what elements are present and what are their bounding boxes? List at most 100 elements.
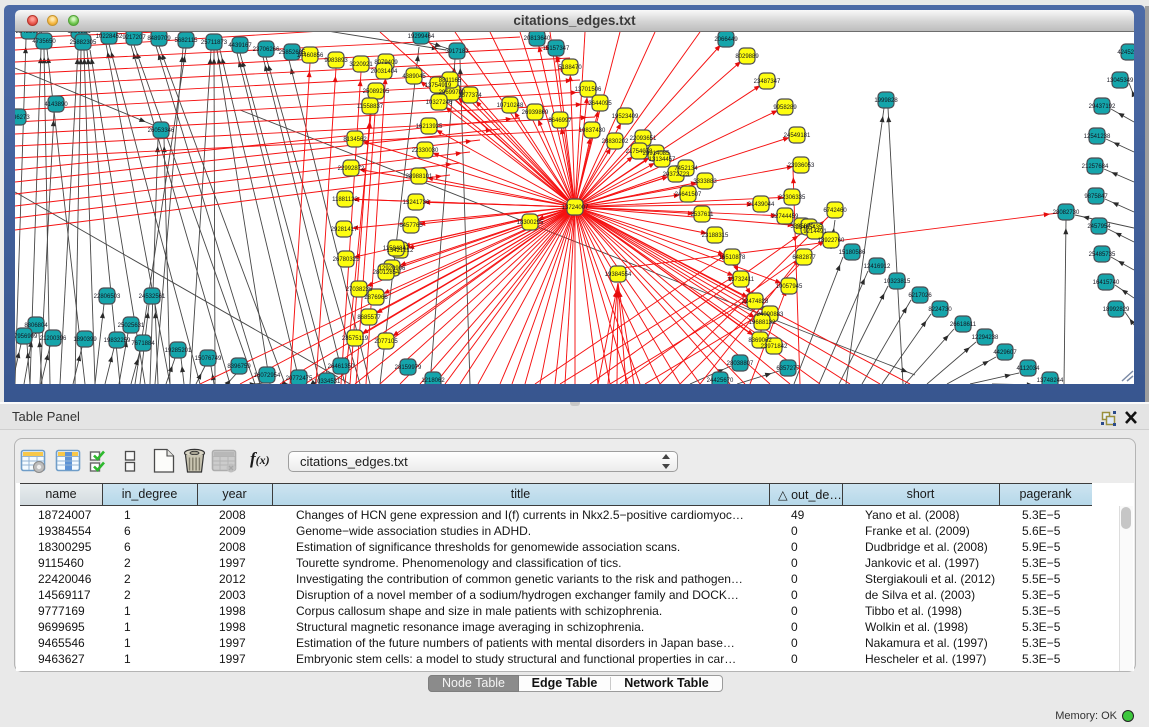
svg-text:22093651: 22093651 [630,136,657,142]
svg-text:28082730: 28082730 [1053,210,1080,216]
svg-text:20772475: 20772475 [286,376,313,382]
svg-text:13724007: 13724007 [562,205,589,211]
svg-text:21439044: 21439044 [748,202,775,208]
svg-text:13241736: 13241736 [403,200,430,206]
svg-text:2876966: 2876966 [364,295,388,301]
svg-text:22992872: 22992872 [338,166,365,172]
svg-text:13748244: 13748244 [1037,378,1064,384]
svg-text:2066449: 2066449 [714,37,738,43]
svg-text:24090883: 24090883 [757,312,784,318]
svg-text:22806503: 22806503 [94,294,121,300]
svg-text:3220921: 3220921 [349,62,373,68]
svg-text:10323815: 10323815 [884,279,911,285]
svg-text:6357277: 6357277 [776,366,800,372]
svg-text:3333883: 3333883 [693,179,717,185]
svg-text:25485735: 25485735 [1089,252,1116,258]
svg-text:23936053: 23936053 [788,163,815,169]
svg-text:19523409: 19523409 [612,114,639,120]
svg-text:16213925: 16213925 [416,124,443,130]
svg-text:1999828: 1999828 [874,98,898,104]
svg-text:26618611: 26618611 [950,322,977,328]
svg-text:5682115: 5682115 [175,38,199,44]
svg-text:16072954: 16072954 [254,373,281,379]
svg-text:1839221: 1839221 [67,32,91,35]
svg-text:8489709: 8489709 [147,36,171,42]
svg-text:23487347: 23487347 [754,79,781,85]
svg-text:29437192: 29437192 [1089,104,1116,110]
svg-text:19832259: 19832259 [104,338,131,344]
svg-text:8806804: 8806804 [24,323,48,329]
svg-text:8396759: 8396759 [227,364,251,370]
svg-text:9217207: 9217207 [122,35,146,41]
svg-text:13045349: 13045349 [1107,78,1134,84]
svg-text:15180586: 15180586 [839,250,866,256]
svg-text:4112034: 4112034 [1017,366,1041,372]
svg-text:4143890: 4143890 [44,102,68,108]
svg-text:8336273: 8336273 [15,115,30,121]
svg-text:16415740: 16415740 [1093,280,1120,286]
svg-text:24641507: 24641507 [675,192,702,198]
svg-text:22455603: 22455603 [16,32,43,35]
svg-text:25025631: 25025631 [118,323,145,329]
svg-text:21257684: 21257684 [1082,164,1109,170]
svg-text:18992829: 18992829 [1103,307,1130,313]
svg-text:6457765: 6457765 [399,223,423,229]
svg-text:28012854: 28012854 [373,270,400,276]
svg-text:11558837: 11558837 [357,104,384,110]
svg-text:13754919: 13754919 [425,83,452,89]
svg-text:4245263: 4245263 [1117,50,1134,56]
svg-text:5188470: 5188470 [558,65,582,71]
svg-text:8646997: 8646997 [548,118,572,124]
svg-text:8134562: 8134562 [343,137,367,143]
svg-text:10057945: 10057945 [776,284,803,290]
svg-text:9958289: 9958289 [773,105,797,111]
svg-text:20031404: 20031404 [371,69,398,75]
svg-text:20372723: 20372723 [663,172,690,178]
svg-text:10334531: 10334531 [314,379,341,384]
svg-text:28988101: 28988101 [406,174,433,180]
svg-text:16510878: 16510878 [719,255,746,261]
svg-text:19384554: 19384554 [605,272,632,278]
svg-text:26780325: 26780325 [333,257,360,263]
svg-text:7671884: 7671884 [131,341,155,347]
svg-text:19285201: 19285201 [165,348,192,354]
svg-text:6482877: 6482877 [792,255,816,261]
svg-text:22744459: 22744459 [772,214,799,220]
svg-text:23706266: 23706266 [253,47,280,53]
svg-text:8685577: 8685577 [357,315,381,321]
svg-text:4429607: 4429607 [993,350,1017,356]
svg-text:4389045: 4389045 [402,74,426,80]
svg-text:26053346: 26053346 [148,128,175,134]
svg-text:14460856: 14460856 [297,53,324,59]
svg-text:6742460: 6742460 [823,208,847,214]
svg-text:3644095: 3644095 [588,101,612,107]
svg-text:13732411: 13732411 [728,277,755,283]
svg-text:15076749: 15076749 [195,356,222,362]
svg-text:24425670: 24425670 [707,378,734,384]
svg-text:29699700: 29699700 [439,90,466,96]
svg-text:25711873: 25711873 [201,40,228,46]
svg-text:2077105: 2077105 [374,339,398,345]
svg-text:23188315: 23188315 [702,233,729,239]
svg-text:11584847: 11584847 [383,246,410,252]
svg-text:9875847: 9875847 [1084,194,1108,200]
svg-text:24532561: 24532561 [139,294,166,300]
svg-text:20813640: 20813640 [524,36,551,42]
svg-text:7452134: 7452134 [674,166,698,172]
svg-text:11881122: 11881122 [332,197,358,203]
svg-text:8029889: 8029889 [735,54,759,60]
svg-text:17956909: 17956909 [15,334,38,340]
svg-text:10837430: 10837430 [579,128,606,134]
svg-text:25089205: 25089205 [363,89,390,95]
svg-text:2457954: 2457954 [1087,224,1111,230]
svg-text:12541238: 12541238 [1084,134,1111,140]
svg-text:9983893: 9983893 [324,58,348,64]
svg-text:27038236: 27038236 [346,287,373,293]
svg-text:10228452: 10228452 [96,34,123,40]
svg-text:4735650: 4735650 [32,39,56,45]
svg-text:18300295: 18300295 [517,220,544,226]
svg-text:13701506: 13701506 [575,87,602,93]
svg-text:28038807: 28038807 [727,361,754,367]
svg-text:8224730: 8224730 [928,307,952,313]
svg-text:3917183: 3917183 [445,49,469,55]
